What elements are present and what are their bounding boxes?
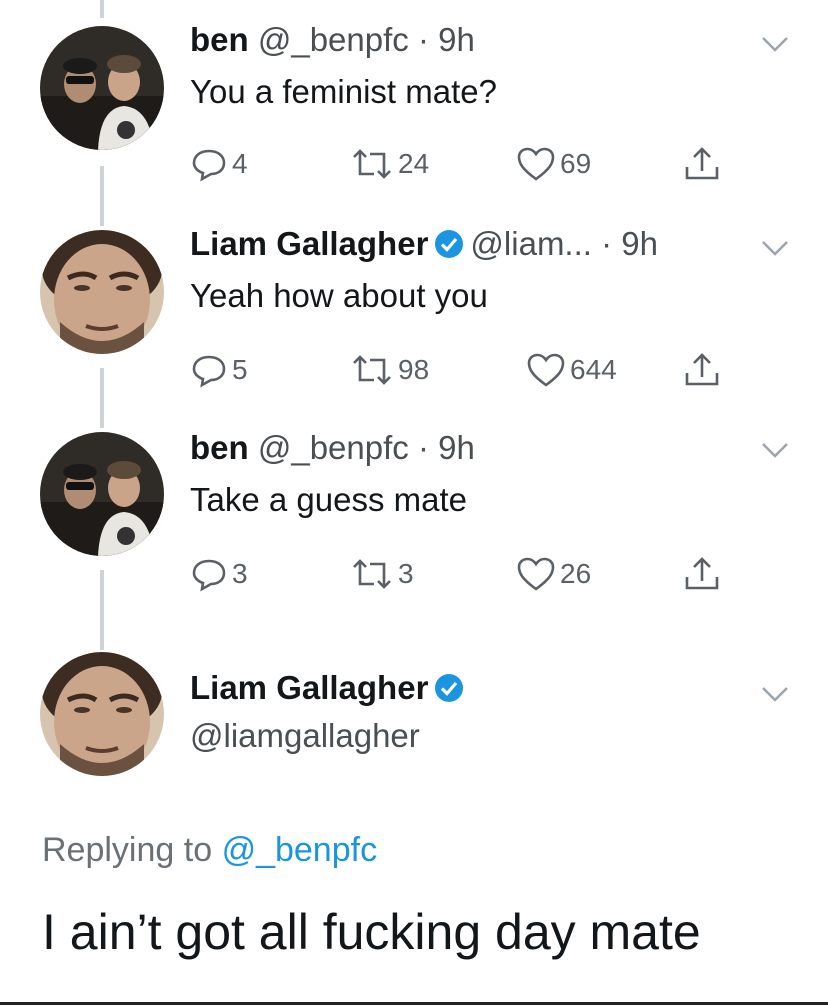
avatar[interactable]: [40, 26, 164, 150]
replying-to: Replying to @_benpfc: [42, 830, 377, 870]
share-icon: [685, 353, 719, 386]
like-count: 69: [560, 148, 592, 179]
retweet-count: 98: [398, 354, 430, 385]
verified-badge-icon: [435, 230, 464, 258]
avatar[interactable]: [40, 432, 164, 556]
reply-icon: [192, 559, 226, 592]
action-bar: 4 24 69: [190, 144, 750, 184]
chevron-down-icon[interactable]: [760, 440, 790, 460]
reply-button[interactable]: 4: [190, 144, 248, 184]
like-count: 26: [560, 558, 592, 589]
display-name[interactable]: Liam Gallagher: [190, 669, 428, 706]
tweet-text: Take a guess mate: [190, 481, 467, 518]
heart-icon: [517, 557, 555, 591]
retweet-button[interactable]: 98: [350, 350, 429, 390]
thread-connector-top: [100, 0, 104, 18]
retweet-count: 24: [398, 148, 430, 179]
share-icon: [685, 147, 719, 180]
retweet-button[interactable]: 24: [350, 144, 429, 184]
chevron-down-icon[interactable]: [760, 684, 790, 704]
handle-and-time: @liam... · 9h: [470, 225, 658, 262]
share-button[interactable]: [682, 350, 726, 390]
like-count: 644: [570, 354, 617, 385]
handle[interactable]: @liamgallagher: [190, 716, 420, 756]
tweet-header: Liam Gallagher: [190, 668, 470, 708]
retweet-icon: [353, 355, 391, 385]
like-button[interactable]: 644: [526, 350, 617, 390]
action-bar: 3 3 26: [190, 554, 750, 594]
reply-count: 5: [232, 354, 248, 385]
tweet-header: Liam Gallagher @liam... · 9h: [190, 224, 658, 264]
tweet-text: I ain’t got all fucking day mate: [42, 904, 701, 960]
thread-connector-2: [100, 368, 104, 428]
display-name[interactable]: ben: [190, 21, 249, 58]
tweet-text: You a feminist mate?: [190, 73, 497, 110]
handle-and-time: @_benpfc · 9h: [257, 21, 475, 58]
divider: [0, 1002, 828, 1005]
tweet-header: ben @_benpfc · 9h: [190, 20, 475, 60]
heart-icon: [517, 147, 555, 181]
thread-connector-3: [100, 570, 104, 650]
share-icon: [685, 557, 719, 590]
handle-and-time: @_benpfc · 9h: [257, 429, 475, 466]
reply-button[interactable]: 5: [190, 350, 248, 390]
like-button[interactable]: 69: [516, 144, 591, 184]
avatar[interactable]: [40, 652, 164, 776]
retweet-icon: [353, 149, 391, 179]
retweet-count: 3: [398, 558, 414, 589]
reply-count: 4: [232, 148, 248, 179]
reply-icon: [192, 149, 226, 182]
replying-label: Replying to: [42, 831, 213, 869]
reply-button[interactable]: 3: [190, 554, 248, 594]
retweet-icon: [353, 559, 391, 589]
chevron-down-icon[interactable]: [760, 238, 790, 258]
action-bar: 5 98 644: [190, 350, 750, 390]
like-button[interactable]: 26: [516, 554, 591, 594]
reply-count: 3: [232, 558, 248, 589]
retweet-button[interactable]: 3: [350, 554, 414, 594]
verified-badge-icon: [435, 674, 464, 702]
share-button[interactable]: [682, 554, 726, 594]
avatar[interactable]: [40, 230, 164, 354]
tweet-text: Yeah how about you: [190, 277, 488, 314]
display-name[interactable]: ben: [190, 429, 249, 466]
heart-icon: [527, 353, 565, 387]
display-name[interactable]: Liam Gallagher: [190, 225, 428, 262]
share-button[interactable]: [682, 144, 726, 184]
reply-icon: [192, 355, 226, 388]
chevron-down-icon[interactable]: [760, 34, 790, 54]
tweet-header: ben @_benpfc · 9h: [190, 428, 475, 468]
mention-link[interactable]: @_benpfc: [222, 831, 378, 869]
thread-connector-1: [100, 166, 104, 226]
